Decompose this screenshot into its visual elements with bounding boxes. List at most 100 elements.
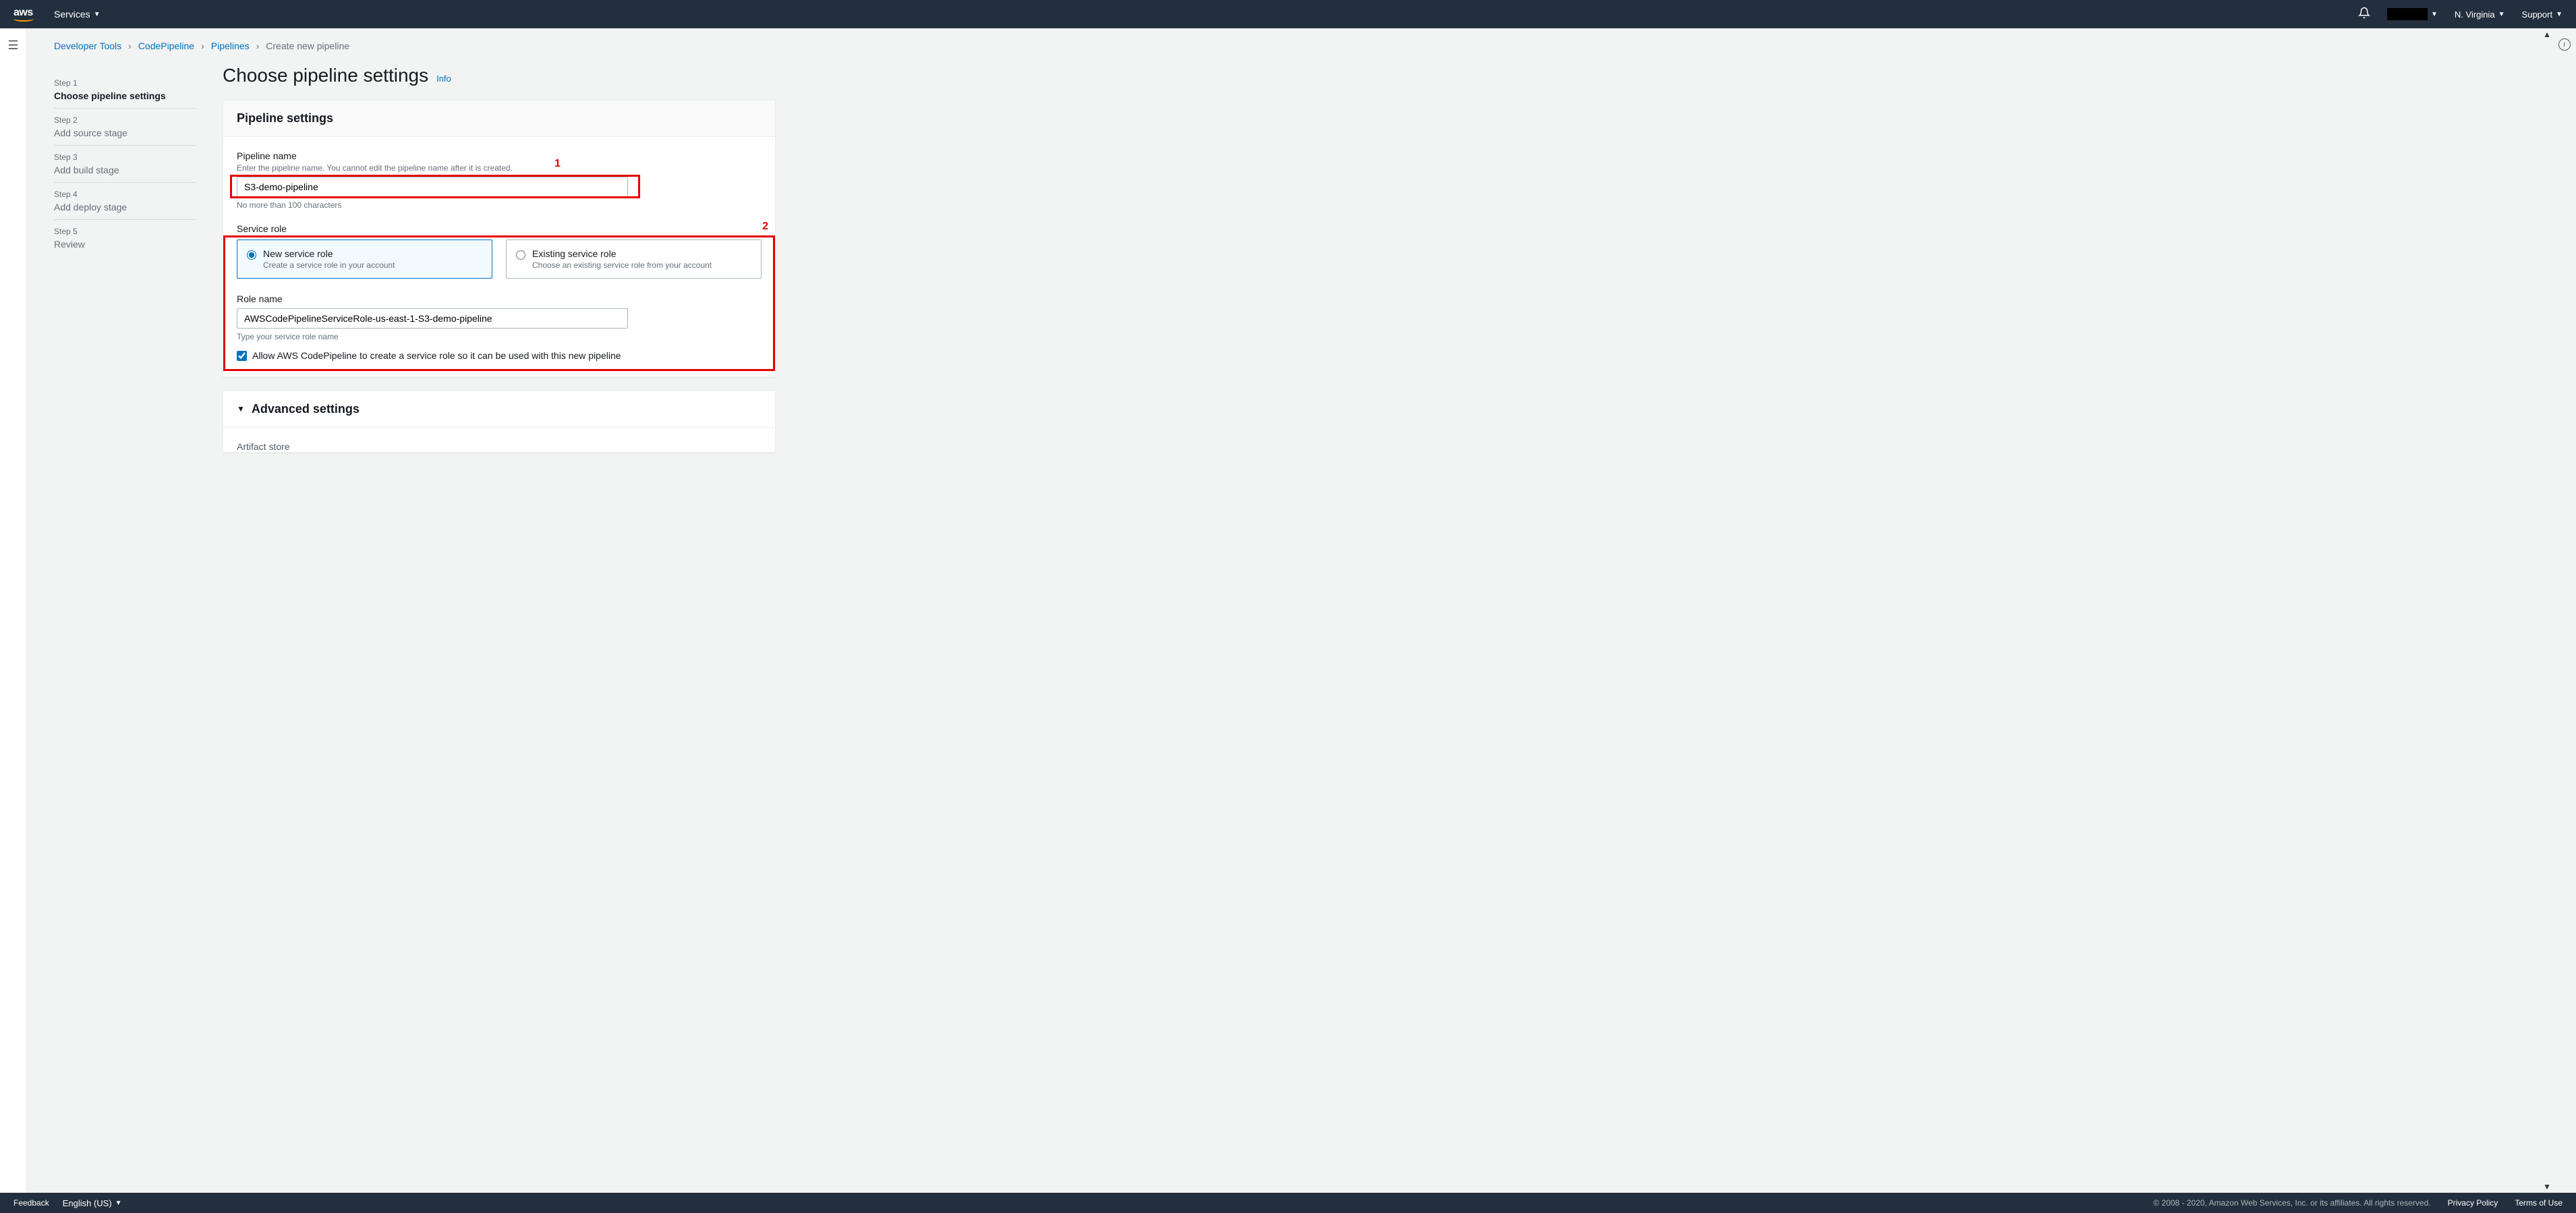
privacy-link[interactable]: Privacy Policy [2448,1198,2498,1208]
service-role-radio-group: New service role Create a service role i… [237,239,762,279]
new-service-role-radio[interactable] [247,250,256,260]
pipeline-name-label: Pipeline name [237,150,762,161]
artifact-store-label: Artifact store [237,441,762,452]
caret-down-icon: ▼ [115,1200,122,1207]
chevron-right-icon: › [128,40,132,51]
terms-link[interactable]: Terms of Use [2515,1198,2563,1208]
step-title: Add build stage [54,165,196,175]
annotation-label-1: 1 [554,158,561,170]
role-name-label: Role name [237,293,762,304]
tile-text: Existing service role Choose an existing… [532,248,712,270]
panel-header: Pipeline settings [223,101,775,137]
wizard-navigation: Step 1 Choose pipeline settings Step 2 A… [54,58,196,466]
existing-role-desc: Choose an existing service role from you… [532,260,712,270]
help-panel-toggle-col: i [2552,28,2576,1193]
page-heading: Choose pipeline settings Info [223,65,776,86]
annotation-label-2: 2 [762,221,768,233]
region-label: N. Virginia [2455,9,2495,20]
caret-down-icon: ▼ [94,11,101,18]
step-number: Step 5 [54,227,196,236]
pipeline-settings-panel: Pipeline settings Pipeline name Enter th… [223,100,776,377]
hamburger-icon[interactable]: ☰ [7,38,18,1193]
info-icon[interactable]: i [2558,38,2571,51]
step-title: Choose pipeline settings [54,90,196,101]
side-panel-toggle-col: ☰ [0,28,27,1193]
existing-service-role-tile[interactable]: Existing service role Choose an existing… [506,239,762,279]
role-name-group: Role name Type your service role name [237,293,762,341]
step-title: Add source stage [54,128,196,138]
wizard-step-4[interactable]: Step 4 Add deploy stage [54,183,196,220]
pipeline-name-hint: No more than 100 characters [237,200,762,210]
scroll-down-icon[interactable]: ▼ [2543,1182,2551,1191]
caret-down-icon: ▼ [237,404,245,414]
wizard-step-1[interactable]: Step 1 Choose pipeline settings [54,72,196,109]
notifications-icon[interactable] [2358,7,2370,22]
account-menu[interactable]: ▼ [2387,8,2438,20]
footer-right: © 2008 - 2020, Amazon Web Services, Inc.… [2153,1198,2563,1208]
step-number: Step 2 [54,115,196,125]
existing-service-role-radio[interactable] [516,250,525,260]
support-menu[interactable]: Support ▼ [2522,9,2563,20]
breadcrumb: Developer Tools › CodePipeline › Pipelin… [54,28,2525,58]
services-label: Services [54,9,90,20]
step-number: Step 3 [54,152,196,162]
top-navigation: aws Services ▼ ▼ N. Virginia ▼ Support ▼ [0,0,2576,28]
top-nav-right: ▼ N. Virginia ▼ Support ▼ [2358,7,2563,22]
wizard-step-5[interactable]: Step 5 Review [54,220,196,256]
wizard-step-2[interactable]: Step 2 Add source stage [54,109,196,146]
page-columns: Step 1 Choose pipeline settings Step 2 A… [54,58,2525,466]
new-service-role-tile[interactable]: New service role Create a service role i… [237,239,492,279]
step-number: Step 4 [54,190,196,199]
wizard-step-3[interactable]: Step 3 Add build stage [54,146,196,183]
page-title: Choose pipeline settings [223,65,428,86]
new-role-desc: Create a service role in your account [263,260,395,270]
annotation-highlight-1: 1 [237,177,635,197]
region-menu[interactable]: N. Virginia ▼ [2455,9,2505,20]
advanced-settings-body: Artifact store [223,428,775,452]
pipeline-name-group: Pipeline name Enter the pipeline name. Y… [237,150,762,210]
services-menu[interactable]: Services ▼ [54,9,101,20]
pipeline-name-desc: Enter the pipeline name. You cannot edit… [237,163,762,173]
account-name-redacted [2387,8,2428,20]
allow-create-role-row: Allow AWS CodePipeline to create a servi… [237,349,668,363]
breadcrumb-developer-tools[interactable]: Developer Tools [54,40,121,51]
content-area: ▲ Developer Tools › CodePipeline › Pipel… [27,28,2552,1193]
caret-down-icon: ▼ [2498,11,2505,18]
service-role-group: Service role 2 New service role Create a… [237,223,762,363]
step-title: Add deploy stage [54,202,196,213]
scroll-up-icon[interactable]: ▲ [2543,30,2551,39]
caret-down-icon: ▼ [2556,11,2563,18]
main-row: ☰ ▲ Developer Tools › CodePipeline › Pip… [0,28,2576,1193]
existing-role-title: Existing service role [532,248,712,259]
top-nav-left: aws Services ▼ [13,7,101,22]
role-name-input[interactable] [237,308,628,329]
aws-logo[interactable]: aws [13,7,34,22]
tile-text: New service role Create a service role i… [263,248,395,270]
allow-create-role-checkbox[interactable] [237,351,247,361]
support-label: Support [2522,9,2553,20]
annotation-highlight-2: 2 New service role Create a service role… [237,239,762,363]
breadcrumb-current: Create new pipeline [266,40,349,51]
allow-create-role-label[interactable]: Allow AWS CodePipeline to create a servi… [252,349,621,363]
footer-left: Feedback English (US) ▼ [13,1198,122,1208]
step-title: Review [54,239,196,250]
main-content: Choose pipeline settings Info Pipeline s… [223,58,776,466]
service-role-label: Service role [237,223,762,234]
copyright-text: © 2008 - 2020, Amazon Web Services, Inc.… [2153,1198,2430,1208]
language-label: English (US) [63,1198,112,1208]
new-role-title: New service role [263,248,395,259]
pipeline-name-input[interactable] [237,177,628,197]
chevron-right-icon: › [256,40,260,51]
chevron-right-icon: › [201,40,204,51]
advanced-settings-panel: ▼ Advanced settings Artifact store [223,391,776,453]
advanced-settings-title: Advanced settings [252,402,360,416]
language-selector[interactable]: English (US) ▼ [63,1198,122,1208]
footer: Feedback English (US) ▼ © 2008 - 2020, A… [0,1193,2576,1213]
breadcrumb-pipelines[interactable]: Pipelines [211,40,250,51]
feedback-link[interactable]: Feedback [13,1198,49,1208]
caret-down-icon: ▼ [2431,11,2438,18]
panel-body: Pipeline name Enter the pipeline name. Y… [223,137,775,376]
breadcrumb-codepipeline[interactable]: CodePipeline [138,40,194,51]
advanced-settings-toggle[interactable]: ▼ Advanced settings [223,391,775,428]
info-link[interactable]: Info [436,74,451,84]
